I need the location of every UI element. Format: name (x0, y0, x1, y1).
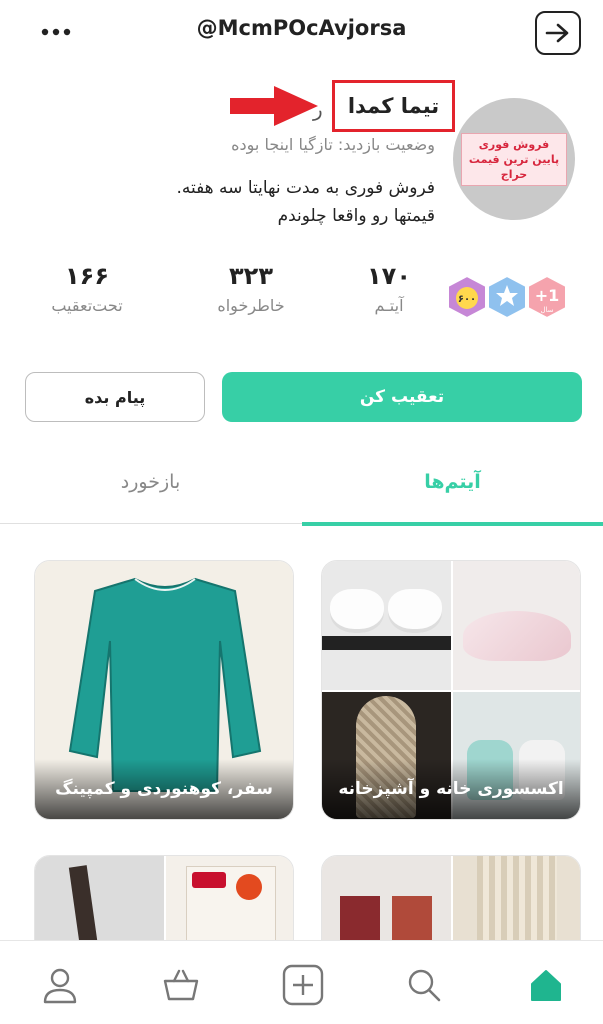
svg-text:+1: +1 (535, 286, 560, 305)
visit-status: وضعیت بازدید: تازگیا اینجا بوده (231, 135, 435, 154)
avatar-text: فروش فوری (478, 137, 550, 151)
search-icon[interactable] (400, 961, 448, 1009)
product-image (322, 561, 451, 690)
stat-favorites-label: خاطرخواه (217, 296, 285, 315)
category-label: سفر، کوهنوردی و کمپینگ (35, 759, 293, 819)
bottom-nav (0, 940, 603, 1024)
home-icon[interactable] (522, 961, 570, 1009)
avatar-text: پایین ترین قیمت (468, 152, 560, 166)
name-glyph: ر (313, 97, 323, 121)
arrow-right-box-icon (545, 23, 569, 43)
stat-favorites-value: ۳۲۳ (229, 262, 273, 290)
stat-items-label: آیتـم (374, 296, 404, 315)
one-year-badge-icon[interactable]: +1 سال (524, 274, 570, 320)
bio: فروش فوری به مدت نهایتا سه هفته. قیمتها … (135, 174, 435, 230)
svg-text:۶۰۰: ۶۰۰ (458, 294, 476, 305)
message-button[interactable]: پیام بده (25, 372, 205, 422)
stat-favorites[interactable]: ۳۲۳ خاطرخواه (191, 262, 311, 315)
tab-reviews[interactable]: بازخورد (0, 440, 301, 524)
bio-line: قیمتها رو واقعا چلوندم (277, 206, 435, 226)
basket-icon[interactable] (157, 961, 205, 1009)
avatar-text: حراج (500, 167, 528, 181)
category-card-travel-camping[interactable]: سفر، کوهنوردی و کمپینگ (34, 560, 294, 820)
add-icon[interactable] (279, 961, 327, 1009)
tab-items[interactable]: آیتم‌ها (302, 440, 603, 526)
product-image (453, 561, 580, 690)
badges: +1 سال ۶۰۰ (442, 274, 572, 324)
stat-items-value: ۱۷۰ (367, 262, 411, 290)
600-badge-icon[interactable]: ۶۰۰ (444, 274, 490, 320)
avatar-sticker: فروش فوری پایین ترین قیمت حراج (461, 132, 567, 186)
back-button[interactable] (535, 11, 581, 55)
profile-icon[interactable] (36, 961, 84, 1009)
bio-line: فروش فوری به مدت نهایتا سه هفته. (176, 178, 435, 198)
category-label: اکسسوری خانه و آشپزخانه (322, 759, 580, 819)
profile-tabs: آیتم‌ها بازخورد (0, 440, 603, 526)
header: @McmPOcAvjorsa (0, 0, 603, 64)
svg-text:سال: سال (540, 306, 553, 314)
follow-button[interactable]: تعقیب کن (222, 372, 582, 422)
display-name: تیما کمدا (332, 80, 455, 132)
stat-items[interactable]: ۱۷۰ آیتـم (329, 262, 449, 315)
category-card-home-kitchen[interactable]: اکسسوری خانه و آشپزخانه (321, 560, 581, 820)
stat-following[interactable]: ۱۶۶ تحت‌تعقیب (27, 262, 147, 315)
stat-following-value: ۱۶۶ (65, 262, 109, 290)
username-title: @McmPOcAvjorsa (196, 16, 407, 40)
avatar[interactable]: فروش فوری پایین ترین قیمت حراج (453, 98, 575, 220)
stat-following-label: تحت‌تعقیب (51, 296, 123, 315)
red-arrow-annotation (230, 86, 318, 126)
star-badge-icon[interactable] (484, 274, 530, 320)
